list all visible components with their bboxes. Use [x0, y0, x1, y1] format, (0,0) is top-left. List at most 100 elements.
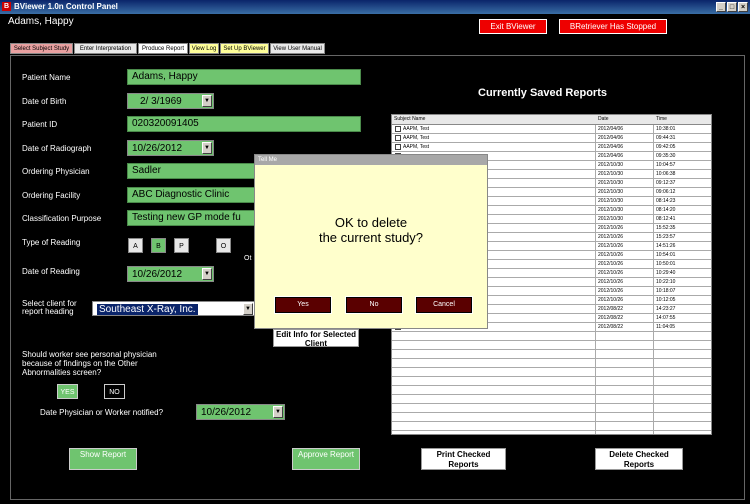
empty-table-row — [392, 422, 711, 431]
cell-time: 09:12:37 — [656, 180, 676, 186]
column-header-subject[interactable]: Subject Name — [394, 116, 425, 122]
dob-value: 2/ 3/1969 — [140, 96, 182, 107]
cell-date: 2012/10/26 — [598, 243, 624, 249]
reading-date-value: 10/26/2012 — [132, 269, 183, 280]
table-header: Subject Name Date Time — [392, 115, 711, 125]
cell-time: 08:14:20 — [656, 207, 676, 213]
ordering-physician-label: Ordering Physician — [22, 167, 90, 176]
row-checkbox[interactable] — [395, 135, 401, 141]
approve-report-button[interactable]: Approve Report — [292, 448, 360, 470]
notified-date-value: 10/26/2012 — [201, 407, 252, 418]
saved-reports-title: Currently Saved Reports — [478, 87, 607, 99]
reading-type-p-option[interactable]: P — [174, 238, 189, 253]
row-checkbox[interactable] — [395, 144, 401, 150]
worker-no-button[interactable]: NO — [104, 384, 125, 399]
tab-select-subject-study[interactable]: Select Subject Study — [10, 43, 73, 54]
empty-table-row — [392, 377, 711, 386]
worker-question: Should worker see personal physician bec… — [22, 350, 157, 377]
dialog-yes-button[interactable]: Yes — [274, 296, 332, 314]
chevron-down-icon[interactable]: ▼ — [202, 95, 212, 107]
empty-table-row — [392, 395, 711, 404]
chevron-down-icon[interactable]: ▼ — [243, 303, 253, 315]
cell-date: 2012/10/26 — [598, 225, 624, 231]
print-checked-reports-button[interactable]: Print Checked Reports — [421, 448, 506, 470]
row-checkbox[interactable] — [395, 126, 401, 132]
radiograph-date-label: Date of Radiograph — [22, 144, 92, 153]
patient-name-field[interactable]: Adams, Happy — [127, 69, 361, 85]
chevron-down-icon[interactable]: ▼ — [202, 142, 212, 154]
cell-time: 14:51:26 — [656, 243, 676, 249]
cell-date: 2012/08/22 — [598, 315, 624, 321]
cell-subject: AAPM, Test — [403, 144, 430, 150]
column-header-time[interactable]: Time — [656, 116, 667, 122]
cell-time: 10:06:38 — [656, 171, 676, 177]
radiograph-date-value: 10/26/2012 — [132, 143, 183, 154]
empty-table-row — [392, 368, 711, 377]
cell-date: 2012/10/26 — [598, 261, 624, 267]
cell-time: 14:23:27 — [656, 306, 676, 312]
worker-yes-button[interactable]: YES — [57, 384, 78, 399]
reading-type-a-option[interactable]: A — [128, 238, 143, 253]
notified-date-select[interactable]: 10/26/2012 ▼ — [196, 404, 285, 420]
cell-time: 09:42:05 — [656, 144, 676, 150]
delete-checked-reports-button[interactable]: Delete Checked Reports — [595, 448, 683, 470]
chevron-down-icon[interactable]: ▼ — [273, 406, 283, 418]
dob-select[interactable]: 2/ 3/1969 ▼ — [127, 93, 214, 109]
cell-time: 10:18:07 — [656, 288, 676, 294]
dialog-message: OK to delete the current study? — [255, 215, 487, 245]
tab-view-user-manual[interactable]: View User Manual — [270, 43, 325, 54]
confirm-delete-dialog: Tell Me OK to delete the current study? … — [254, 154, 488, 329]
ordering-physician-field[interactable]: Sadler — [127, 163, 255, 179]
tab-produce-report[interactable]: Produce Report — [138, 43, 188, 54]
maximize-icon[interactable]: □ — [727, 2, 737, 12]
column-header-date[interactable]: Date — [598, 116, 609, 122]
classification-purpose-label: Classification Purpose — [22, 214, 102, 223]
dialog-no-button[interactable]: No — [345, 296, 403, 314]
cell-date: 2012/10/30 — [598, 162, 624, 168]
cell-date: 2012/08/22 — [598, 324, 624, 330]
table-row[interactable]: AAPM, Test 2012/04/06 09:44:31 — [392, 134, 711, 143]
cell-date: 2012/10/26 — [598, 270, 624, 276]
close-icon[interactable]: × — [738, 2, 748, 12]
empty-table-row — [392, 359, 711, 368]
tab-enter-interpretation[interactable]: Enter Interpretation — [74, 43, 137, 54]
minimize-icon[interactable]: _ — [716, 2, 726, 12]
exit-bviewer-button[interactable]: Exit BViewer — [479, 19, 547, 34]
reading-date-select[interactable]: 10/26/2012 ▼ — [127, 266, 214, 282]
edit-client-button[interactable]: Edit Info for Selected Client — [273, 329, 359, 347]
cell-time: 15:23:57 — [656, 234, 676, 240]
cell-date: 2012/10/26 — [598, 297, 624, 303]
ordering-facility-label: Ordering Facility — [22, 191, 81, 200]
empty-table-row — [392, 413, 711, 422]
cell-date: 2012/10/30 — [598, 189, 624, 195]
table-row[interactable]: AAPM, Test 2012/04/06 10:38:01 — [392, 125, 711, 134]
radiograph-date-select[interactable]: 10/26/2012 ▼ — [127, 140, 214, 156]
reading-type-o-option[interactable]: O — [216, 238, 231, 253]
cell-date: 2012/10/26 — [598, 252, 624, 258]
cell-date: 2012/10/30 — [598, 198, 624, 204]
client-select[interactable]: Southeast X-Ray, Inc. ▼ — [92, 301, 255, 316]
cell-time: 14:07:55 — [656, 315, 676, 321]
cell-date: 2012/10/30 — [598, 216, 624, 222]
patient-id-field[interactable]: 020320091405 — [127, 116, 361, 132]
tab-set-up-bviewer[interactable]: Set Up BViewer — [220, 43, 269, 54]
show-report-button[interactable]: Show Report — [69, 448, 137, 470]
dialog-message-line1: OK to delete — [334, 215, 408, 230]
chevron-down-icon[interactable]: ▼ — [202, 268, 212, 280]
cell-subject: AAPM, Test — [403, 126, 430, 132]
empty-table-row — [392, 431, 711, 434]
ordering-facility-field[interactable]: ABC Diagnostic Clinic — [127, 187, 255, 203]
cell-date: 2012/10/30 — [598, 207, 624, 213]
cell-time: 09:06:12 — [656, 189, 676, 195]
bretriever-stopped-button[interactable]: BRetriever Has Stopped — [559, 19, 667, 34]
cell-time: 10:38:01 — [656, 126, 676, 132]
tab-view-log[interactable]: View Log — [189, 43, 219, 54]
reading-type-b-option[interactable]: B — [151, 238, 166, 253]
classification-purpose-field[interactable]: Testing new GP mode fu — [127, 210, 255, 226]
client-value: Southeast X-Ray, Inc. — [97, 304, 198, 315]
table-row[interactable]: AAPM, Test 2012/04/06 09:42:05 — [392, 143, 711, 152]
cell-time: 10:04:57 — [656, 162, 676, 168]
app-icon: B — [2, 2, 11, 11]
dialog-cancel-button[interactable]: Cancel — [415, 296, 473, 314]
cell-date: 2012/04/06 — [598, 153, 624, 159]
